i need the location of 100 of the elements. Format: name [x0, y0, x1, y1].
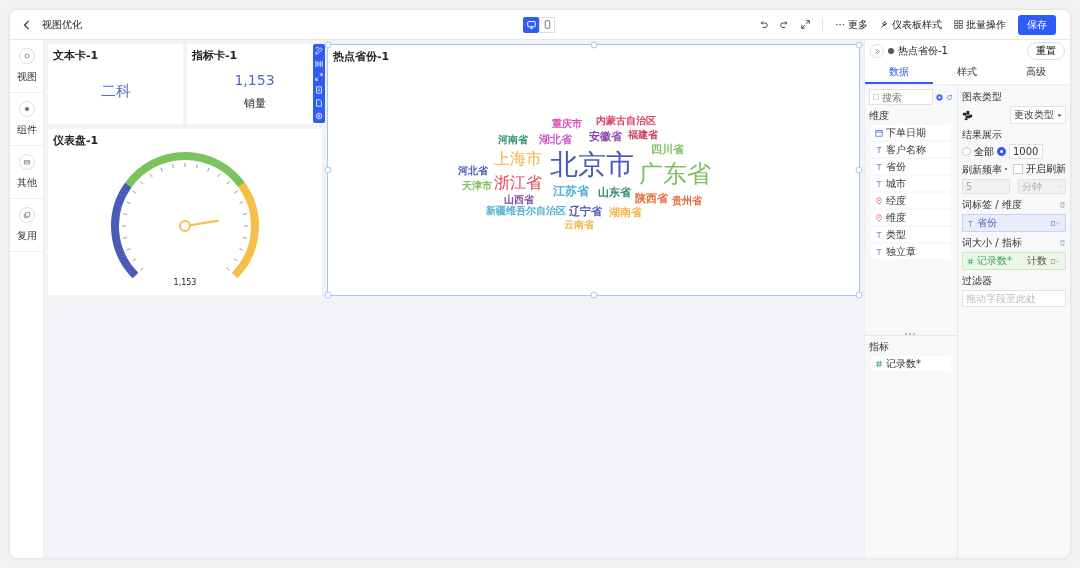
field-item[interactable]: 城市 — [871, 176, 951, 191]
cloud-word: 湖南省 — [609, 207, 643, 218]
metric-label: 销量 — [243, 96, 266, 111]
cloud-word: 河南省 — [498, 134, 529, 145]
search-field[interactable]: 搜索 — [869, 89, 933, 105]
sidebar-item[interactable]: 其他 — [10, 146, 43, 199]
cloud-word: 浙江省 — [494, 174, 543, 191]
card-title: 热点省份-1 — [333, 49, 390, 64]
measure-chip[interactable]: 记录数* 计数 — [962, 252, 1066, 270]
chevrons-icon — [873, 47, 881, 55]
sidebar-item[interactable]: 组件 — [10, 93, 43, 146]
settings-icon[interactable] — [315, 112, 323, 120]
card-title: 指标卡-1 — [192, 48, 238, 63]
field-item[interactable]: 省份 — [871, 159, 951, 174]
cloud-word: 辽宁省 — [569, 206, 603, 217]
text-type-icon — [875, 145, 883, 154]
search-icon — [873, 94, 879, 100]
limit-input[interactable]: 1000 — [1009, 144, 1043, 159]
options-icon — [1050, 257, 1061, 265]
undo-icon[interactable] — [759, 20, 769, 29]
caret-icon — [1057, 112, 1062, 118]
reset-button[interactable]: 重置 — [1027, 42, 1065, 60]
radio-button[interactable] — [997, 147, 1006, 156]
cloud-word: 上海市 — [494, 150, 543, 167]
resize-handle[interactable] — [855, 41, 863, 49]
dashboard-style-button[interactable]: 仪表板样式 — [880, 17, 942, 32]
field-item[interactable]: 独立章 — [871, 244, 951, 259]
more-button[interactable]: ··· 更多 — [835, 17, 868, 32]
collapse-button[interactable] — [870, 44, 884, 58]
card-title: 文本卡-1 — [53, 48, 99, 63]
expand-icon[interactable] — [315, 73, 323, 81]
field-item[interactable]: 记录数* — [871, 356, 951, 371]
sidebar-label: 其他 — [16, 176, 37, 190]
cloud-word: 北京市 — [550, 150, 635, 179]
gauge-needle — [179, 219, 219, 232]
field-item[interactable]: 客户名称 — [871, 142, 951, 157]
text-value: 二科 — [100, 82, 131, 101]
batch-button[interactable]: 批量操作 — [954, 17, 1006, 32]
hash-icon — [875, 359, 883, 368]
file-icon[interactable] — [315, 99, 323, 107]
refresh-icon[interactable] — [946, 93, 953, 101]
dimension-chip[interactable]: 省份 — [962, 214, 1066, 232]
change-type-dropdown[interactable]: 更改类型 — [1010, 106, 1066, 124]
back-icon[interactable] — [22, 19, 32, 30]
resize-handle[interactable] — [324, 291, 332, 299]
card-title: 仪表盘-1 — [53, 133, 99, 148]
text-type-icon — [875, 162, 883, 171]
gauge-value: 1,153 — [173, 278, 197, 287]
text-type-icon — [967, 219, 974, 227]
columns-icon[interactable] — [315, 60, 323, 68]
fullscreen-icon[interactable] — [801, 20, 811, 29]
section-title: 过滤器 — [962, 274, 993, 288]
add-icon[interactable] — [936, 93, 943, 101]
resize-handle[interactable] — [324, 166, 332, 174]
cloud-word: 安徽省 — [588, 130, 622, 142]
document-icon[interactable] — [315, 86, 323, 94]
resize-handle[interactable] — [855, 291, 863, 299]
text-type-icon — [875, 179, 883, 188]
trash-icon[interactable] — [1059, 200, 1066, 208]
trash-icon[interactable] — [1059, 238, 1066, 246]
section-title: 维度 — [869, 109, 890, 123]
field-item[interactable]: 经度 — [871, 193, 951, 208]
field-item[interactable]: 维度 — [871, 210, 951, 225]
save-button[interactable]: 保存 — [1018, 14, 1056, 35]
pencil-icon[interactable] — [315, 47, 323, 55]
cloud-word: 山西省 — [504, 194, 535, 205]
cloud-word: 重庆市 — [551, 118, 582, 129]
monitor-icon — [526, 20, 536, 29]
cloud-word: 新疆维吾尔自治区 — [486, 206, 567, 217]
magic-wand-icon — [880, 20, 889, 29]
field-item[interactable]: 下单日期 — [871, 125, 951, 140]
sidebar-item[interactable]: 复用 — [10, 199, 43, 252]
metric-value: 1,153 — [234, 72, 275, 88]
text-type-icon — [875, 247, 883, 256]
resize-handle[interactable] — [590, 41, 597, 49]
mobile-toggle[interactable] — [539, 16, 555, 33]
desktop-toggle[interactable] — [523, 16, 539, 33]
sidebar-label: 组件 — [16, 123, 37, 137]
panel-tab[interactable]: 高级 — [1001, 62, 1070, 84]
cloud-word: 山东省 — [597, 186, 631, 197]
panel-title: 热点省份-1 — [898, 44, 949, 58]
cloud-word: 陕西省 — [635, 192, 669, 203]
field-item[interactable]: 类型 — [871, 227, 951, 242]
sidebar-label: 复用 — [16, 229, 37, 243]
chevron-down-icon — [1057, 184, 1062, 189]
text-type-icon — [875, 230, 883, 239]
status-dot-icon — [888, 48, 894, 54]
page-title: 视图优化 — [42, 17, 82, 32]
resize-handle[interactable] — [590, 291, 597, 299]
cloud-word: 湖北省 — [538, 133, 572, 145]
filter-drop-field[interactable]: 拖动字段至此处 — [962, 290, 1066, 307]
location-pin-icon — [875, 213, 883, 222]
section-title: 词大小 / 指标 — [962, 236, 1022, 250]
panel-tab[interactable]: 样式 — [933, 62, 1002, 84]
options-icon — [1050, 219, 1061, 227]
resize-handle[interactable] — [855, 166, 863, 174]
word-cloud-icon — [962, 109, 973, 121]
section-title: 词标签 / 维度 — [962, 198, 1022, 212]
redo-icon[interactable] — [780, 20, 790, 29]
sidebar-item[interactable]: 视图 — [10, 40, 43, 93]
